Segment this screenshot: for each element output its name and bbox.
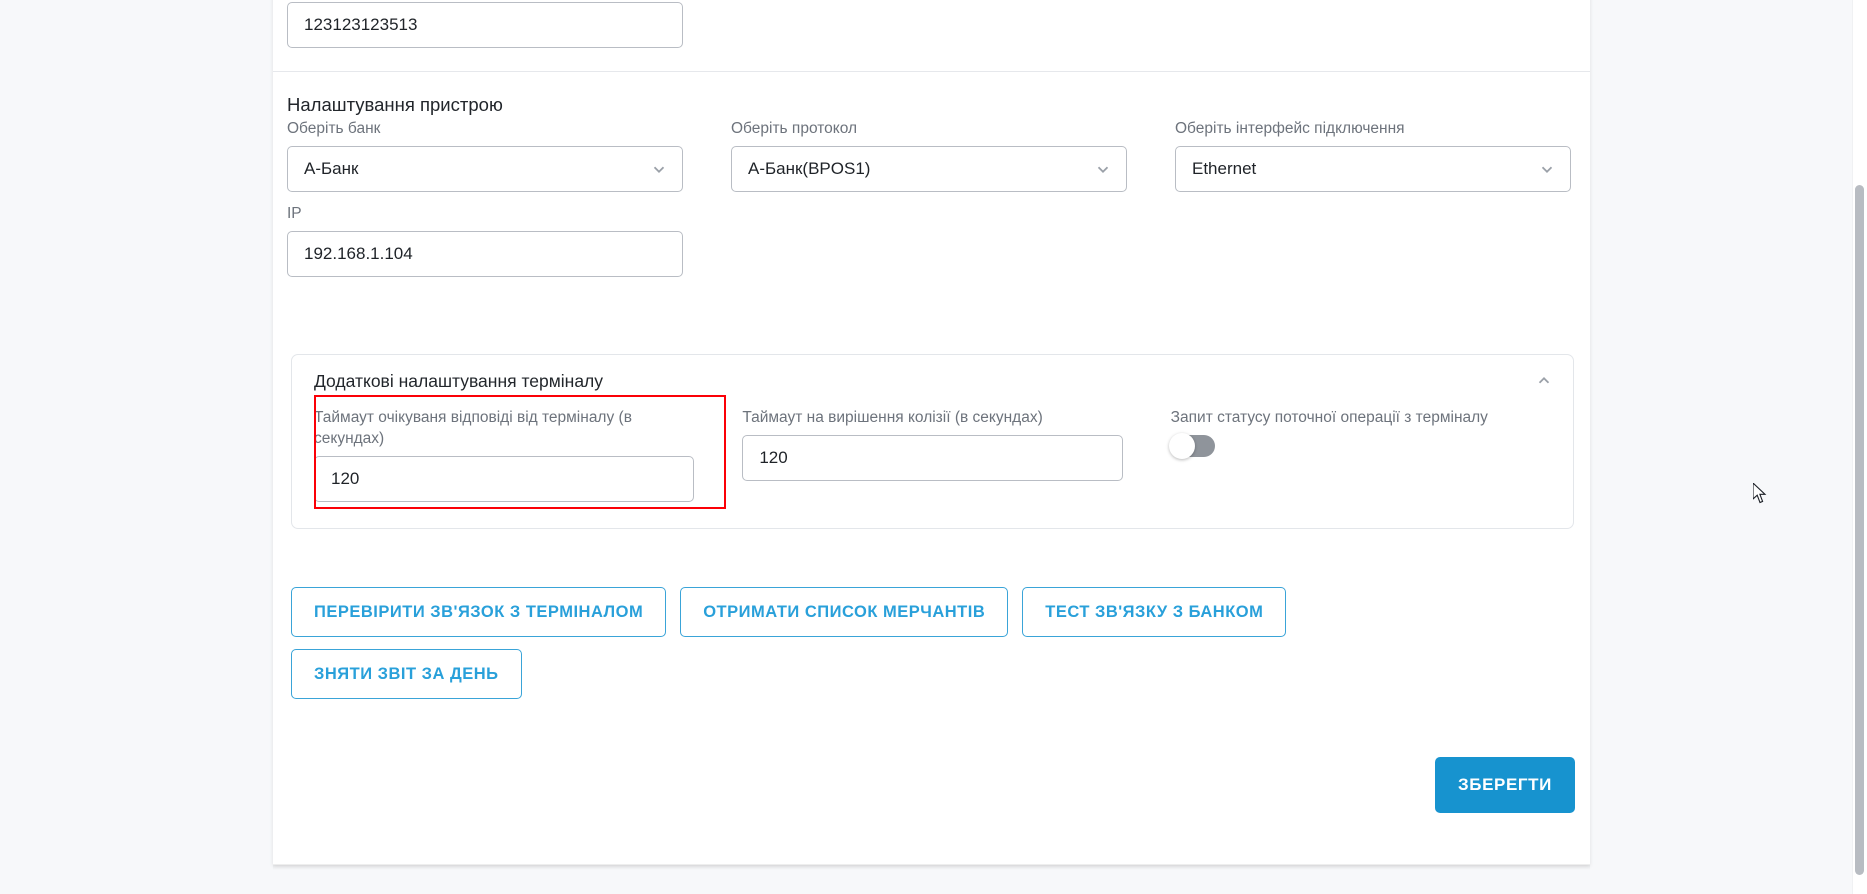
accordion-title: Додаткові налаштування терміналу: [314, 370, 604, 391]
interface-select[interactable]: Ethernet: [1175, 146, 1571, 192]
interface-select-label: Оберіть інтерфейс підключення: [1175, 120, 1405, 137]
ip-field[interactable]: 192.168.1.104: [287, 231, 683, 277]
chevron-down-icon: [1097, 166, 1109, 173]
ip-field-value: 192.168.1.104: [304, 244, 413, 263]
collision-timeout-group: Таймаут на вирішення колізії (в секундах…: [742, 407, 1123, 502]
collision-timeout-value: 120: [759, 448, 788, 467]
vertical-scrollbar-track[interactable]: [1852, 0, 1867, 894]
accordion-body: Таймаут очікуваня відповіді від термінал…: [292, 395, 1573, 528]
collision-timeout-label: Таймаут на вирішення колізії (в секундах…: [742, 409, 1043, 426]
top-text-field-value: 123123123513: [304, 15, 418, 34]
bank-select-group: Оберіть банк А-Банк: [287, 118, 683, 192]
bank-select-value: А-Банк: [304, 159, 359, 178]
response-timeout-input[interactable]: 120: [314, 456, 695, 502]
chevron-down-icon: [653, 166, 665, 173]
interface-select-value: Ethernet: [1192, 159, 1257, 178]
protocol-select-group: Оберіть протокол А-Банк(BPOS1): [731, 118, 1127, 192]
chevron-down-icon: [1541, 166, 1553, 173]
device-settings-title: Налаштування пристрою: [287, 94, 503, 115]
bank-select[interactable]: А-Банк: [287, 146, 683, 192]
save-button[interactable]: ЗБЕРЕГТИ: [1435, 757, 1575, 813]
device-settings-row: Оберіть банк А-Банк Оберіть протокол А-Б…: [287, 118, 1576, 192]
action-buttons-row-1: ПЕРЕВІРИТИ ЗВ'ЯЗОК З ТЕРМІНАЛОМ ОТРИМАТИ…: [291, 587, 1581, 637]
chevron-up-icon[interactable]: [1535, 372, 1553, 390]
bank-select-label: Оберіть банк: [287, 120, 381, 137]
top-text-field[interactable]: 123123123513: [287, 2, 683, 48]
response-timeout-label: Таймаут очікуваня відповіді від термінал…: [314, 409, 632, 447]
daily-report-button[interactable]: ЗНЯТИ ЗВІТ ЗА ДЕНЬ: [291, 649, 522, 699]
ip-field-group: IP 192.168.1.104: [287, 203, 683, 277]
interface-select-group: Оберіть інтерфейс підключення Ethernet: [1175, 118, 1571, 192]
top-text-field-wrapper: 123123123513: [287, 2, 683, 48]
card-bottom-shadow: [273, 864, 1590, 870]
mouse-cursor: [1753, 483, 1767, 504]
get-merchants-list-button[interactable]: ОТРИМАТИ СПИСОК МЕРЧАНТІВ: [680, 587, 1009, 637]
ip-row: IP 192.168.1.104: [287, 203, 1576, 277]
accordion-header[interactable]: Додаткові налаштування терміналу: [292, 355, 1573, 407]
test-bank-connection-button[interactable]: ТЕСТ ЗВ'ЯЗКУ З БАНКОМ: [1022, 587, 1287, 637]
status-request-toggle[interactable]: [1168, 433, 1215, 459]
check-terminal-connection-button[interactable]: ПЕРЕВІРИТИ ЗВ'ЯЗОК З ТЕРМІНАЛОМ: [291, 587, 667, 637]
page-viewport: 123123123513 Налаштування пристрою Обері…: [0, 0, 1867, 894]
response-timeout-value: 120: [331, 469, 360, 488]
additional-terminal-settings-panel: Додаткові налаштування терміналу Таймаут…: [291, 354, 1574, 529]
collision-timeout-input[interactable]: 120: [742, 435, 1123, 481]
ip-field-label: IP: [287, 205, 302, 222]
status-request-group: Запит статусу поточної операції з термін…: [1168, 407, 1551, 502]
vertical-scrollbar-thumb[interactable]: [1855, 185, 1864, 875]
settings-card: 123123123513 Налаштування пристрою Обері…: [273, 0, 1590, 865]
status-request-label: Запит статусу поточної операції з термін…: [1170, 409, 1488, 426]
response-timeout-group: Таймаут очікуваня відповіді від термінал…: [314, 395, 726, 509]
section-divider: [273, 71, 1590, 72]
protocol-select[interactable]: А-Банк(BPOS1): [731, 146, 1127, 192]
action-buttons: ПЕРЕВІРИТИ ЗВ'ЯЗОК З ТЕРМІНАЛОМ ОТРИМАТИ…: [291, 587, 1581, 711]
protocol-select-label: Оберіть протокол: [731, 120, 858, 137]
toggle-knob: [1168, 433, 1195, 459]
action-buttons-row-2: ЗНЯТИ ЗВІТ ЗА ДЕНЬ: [291, 649, 1581, 699]
protocol-select-value: А-Банк(BPOS1): [748, 159, 871, 178]
